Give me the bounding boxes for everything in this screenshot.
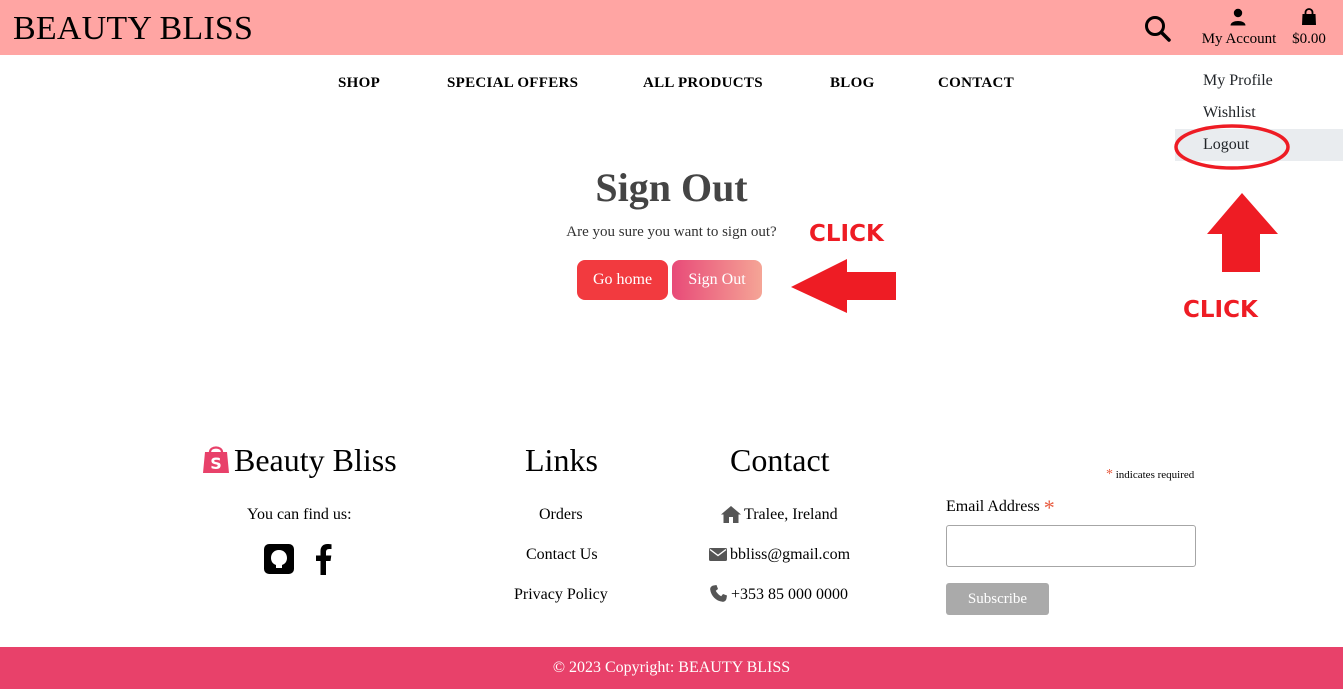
facebook-link[interactable]: [312, 543, 334, 580]
my-account-label: My Account: [1201, 31, 1277, 47]
newsletter-email-input[interactable]: [946, 525, 1196, 567]
footer-links-title: Links: [525, 442, 598, 478]
subscribe-button[interactable]: Subscribe: [946, 583, 1049, 615]
shopping-bag-icon: [1302, 8, 1316, 25]
email-address-label: Email Address *: [946, 496, 1055, 519]
github-icon: [264, 544, 294, 574]
contact-email[interactable]: bbliss@gmail.com: [730, 545, 850, 565]
contact-phone: +353 85 000 0000: [731, 586, 849, 603]
github-link[interactable]: [264, 544, 294, 579]
arrow-left-to-signout: [791, 259, 896, 313]
footer-link-privacy-policy[interactable]: Privacy Policy: [514, 585, 608, 605]
svg-text:S: S: [210, 454, 222, 473]
menu-item-logout[interactable]: Logout: [1175, 129, 1343, 161]
home-icon: [721, 506, 741, 523]
copyright-bar: © 2023 Copyright: BEAUTY BLISS: [0, 647, 1343, 689]
top-header: BEAUTY BLISS My Account $0.00: [0, 0, 1343, 55]
brand-logo[interactable]: BEAUTY BLISS: [13, 9, 253, 49]
facebook-icon: [316, 544, 332, 575]
menu-item-wishlist[interactable]: Wishlist: [1175, 97, 1343, 129]
copyright-text: © 2023 Copyright: BEAUTY BLISS: [552, 659, 791, 676]
footer-link-orders[interactable]: Orders: [539, 505, 583, 525]
search-icon: [1145, 16, 1171, 42]
annotation-overlay: [791, 124, 1290, 313]
go-home-button[interactable]: Go home: [577, 260, 668, 300]
sign-out-button[interactable]: Sign Out: [672, 260, 762, 300]
envelope-icon: [709, 548, 727, 561]
required-star: *: [1106, 467, 1113, 482]
find-us-text: You can find us:: [247, 506, 352, 523]
page-title: Sign Out: [595, 165, 748, 210]
nav-special-offers[interactable]: SPECIAL OFFERS: [447, 74, 578, 92]
phone-icon: [710, 585, 727, 602]
nav-shop[interactable]: SHOP: [338, 74, 380, 92]
account-dropdown-menu: My Profile Wishlist Logout: [1175, 64, 1343, 162]
signout-confirmation-text: Are you sure you want to sign out?: [566, 224, 777, 240]
click-annotation-signout: CLICK: [809, 221, 884, 247]
shopify-bag-icon: S: [203, 446, 229, 473]
click-annotation-logout: CLICK: [1183, 297, 1258, 323]
footer-link-contact-us[interactable]: Contact Us: [526, 545, 598, 565]
nav-blog[interactable]: BLOG: [830, 74, 875, 92]
search-button[interactable]: [1143, 14, 1173, 44]
contact-address: Tralee, Ireland: [744, 506, 838, 523]
cart-button[interactable]: $0.00: [1287, 6, 1331, 52]
required-note-text: indicates required: [1115, 469, 1195, 481]
required-note: * indicates required: [1106, 468, 1194, 482]
user-icon: [1230, 8, 1246, 26]
menu-item-my-profile[interactable]: My Profile: [1175, 65, 1343, 97]
cart-total: $0.00: [1292, 31, 1326, 47]
footer-brand: Beauty Bliss: [234, 442, 397, 478]
email-address-label-text: Email Address: [946, 498, 1040, 515]
footer-contact-title: Contact: [730, 442, 830, 478]
my-account-button[interactable]: My Account: [1196, 6, 1282, 52]
nav-contact[interactable]: CONTACT: [938, 74, 1014, 92]
email-required-star: *: [1043, 495, 1055, 520]
nav-all-products[interactable]: ALL PRODUCTS: [643, 74, 763, 92]
